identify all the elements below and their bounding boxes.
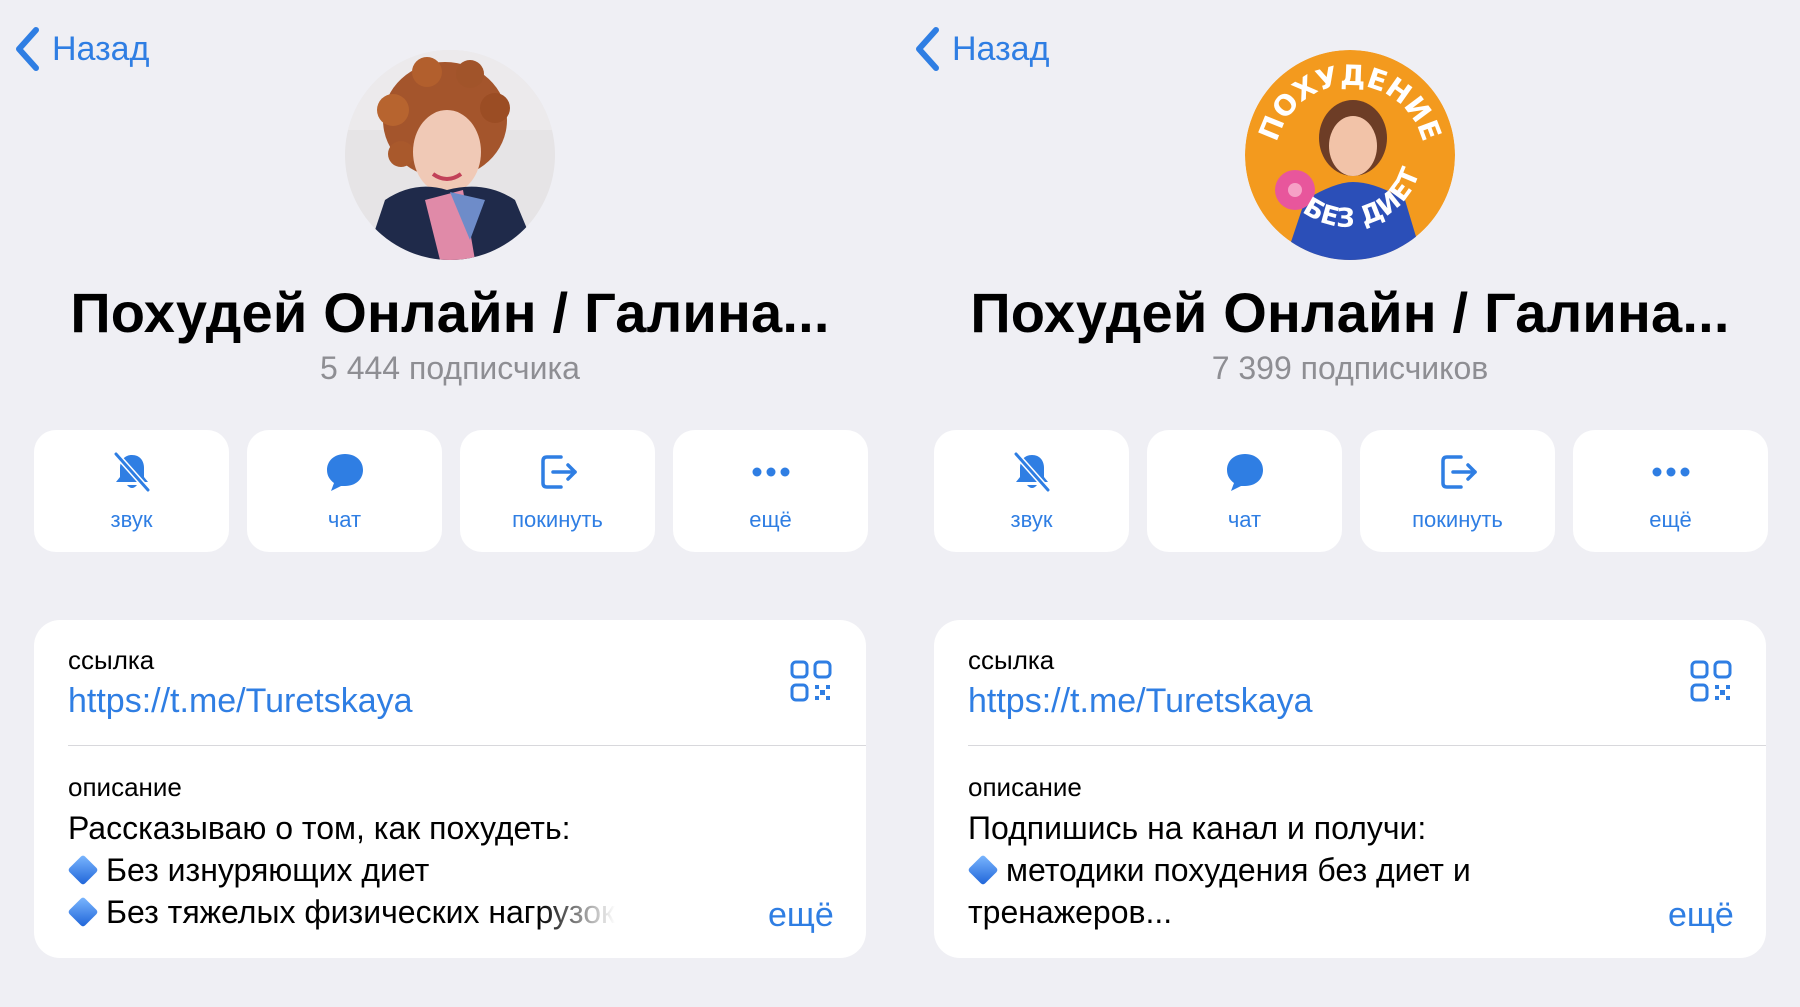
chat-bubble-icon [326,454,363,491]
qr-code-icon[interactable] [1690,660,1732,702]
divider [968,745,1766,746]
leave-button[interactable]: покинуть [460,430,655,552]
action-bar: звук чат покинуть ещё [34,430,868,552]
bell-slash-icon [1013,452,1050,492]
link-label: ссылка [68,645,155,675]
chat-button[interactable]: чат [1147,430,1342,552]
blue-diamond-icon [67,853,99,886]
channel-title: Похудей Онлайн / Галина... [970,281,1730,344]
chevron-left-icon [916,27,939,71]
description-line: Подпишись на канал и получи: [968,810,1427,846]
back-button[interactable]: Назад [914,26,1049,72]
action-label: покинуть [1412,507,1503,532]
description-line: Рассказываю о том, как похудеть: [68,810,571,846]
action-label: звук [1010,507,1053,532]
mute-button[interactable]: звук [934,430,1129,552]
description-line: тренажеров... [968,894,1173,930]
description-line: Без тяжелых физических нагрузок [62,894,615,931]
ellipsis-icon [1652,467,1689,477]
action-label: чат [1227,507,1262,532]
back-button[interactable]: Назад [14,26,149,72]
channel-info-panel-left: Назад Похудей Онлайн / Галина... 5 444 п… [0,0,900,1007]
bell-slash-icon [113,452,150,492]
subscriber-count: 5 444 подписчика [320,350,580,386]
qr-code-icon[interactable] [790,660,832,702]
blue-diamond-icon [67,895,99,928]
description-label: описание [68,772,182,802]
channel-avatar[interactable]: ПОХУДЕНИЕ БЕЗ ДИЕТ [1245,50,1455,260]
link-label: ссылка [968,645,1055,675]
action-label: звук [110,507,153,532]
more-button[interactable]: ещё [673,430,868,552]
leave-icon [540,455,577,489]
description-label: описание [968,772,1082,802]
description-more-link[interactable]: ещё [1668,896,1734,935]
channel-link[interactable]: https://t.me/Turetskaya [68,682,413,721]
blue-diamond-icon [967,853,999,886]
ellipsis-icon [752,467,789,477]
chevron-left-icon [16,27,39,71]
back-label: Назад [52,29,150,68]
channel-title: Похудей Онлайн / Галина... [70,281,830,344]
action-label: ещё [749,507,792,532]
channel-link[interactable]: https://t.me/Turetskaya [968,682,1313,721]
description-line: методики похудения без диет и [962,852,1471,889]
leave-button[interactable]: покинуть [1360,430,1555,552]
more-button[interactable]: ещё [1573,430,1768,552]
leave-icon [1440,455,1477,489]
action-label: ещё [1649,507,1692,532]
action-label: покинуть [512,507,603,532]
chat-bubble-icon [1226,454,1263,491]
mute-button[interactable]: звук [34,430,229,552]
divider [68,745,866,746]
description-more-link[interactable]: ещё [768,896,834,935]
avatar-photo [345,50,555,260]
description-line: Без изнуряющих диет [62,852,429,889]
action-label: чат [327,507,362,532]
channel-info-panel-right: Назад ПОХУДЕНИЕ БЕЗ ДИЕТ Похудей Онлайн … [900,0,1800,1007]
action-bar: звук чат покинуть ещё [934,430,1768,552]
subscriber-count: 7 399 подписчиков [1211,350,1489,386]
avatar-photo: ПОХУДЕНИЕ БЕЗ ДИЕТ [1245,50,1455,260]
chat-button[interactable]: чат [247,430,442,552]
channel-avatar[interactable] [345,50,555,260]
back-label: Назад [952,29,1050,68]
